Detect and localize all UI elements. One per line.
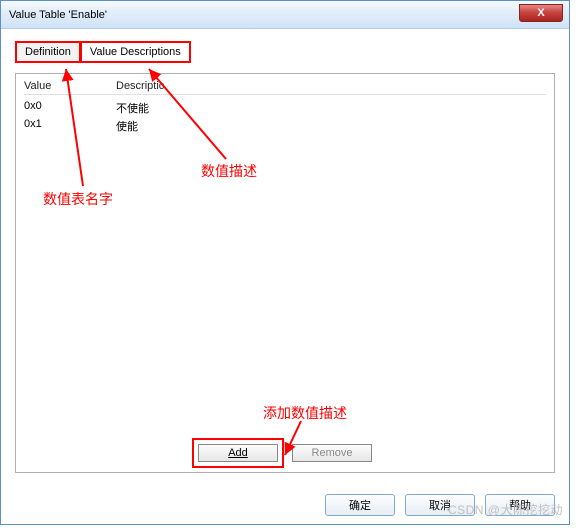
remove-button-label: Remove <box>312 447 353 459</box>
close-button[interactable]: X <box>519 4 563 22</box>
cell-desc: 使能 <box>116 118 138 134</box>
add-button-label: Add <box>228 447 248 459</box>
table-row[interactable]: 0x1 使能 <box>24 117 546 135</box>
column-header-value[interactable]: Value <box>24 80 116 92</box>
add-button[interactable]: Add <box>198 444 278 462</box>
cell-value: 0x1 <box>24 118 116 134</box>
window-title: Value Table 'Enable' <box>9 9 107 21</box>
close-icon: X <box>537 7 544 19</box>
content-panel: Value Descriptic 0x0 不使能 0x1 使能 Add Remo… <box>15 73 555 473</box>
dialog-window: Value Table 'Enable' X Definition Value … <box>0 0 570 525</box>
table-row[interactable]: 0x0 不使能 <box>24 99 546 117</box>
titlebar[interactable]: Value Table 'Enable' X <box>1 1 569 29</box>
column-header-description[interactable]: Descriptic <box>116 80 164 92</box>
cell-desc: 不使能 <box>116 100 149 116</box>
cell-value: 0x0 <box>24 100 116 116</box>
ok-button[interactable]: 确定 <box>325 494 395 516</box>
remove-button: Remove <box>292 444 372 462</box>
client-area: Definition Value Descriptions Value Desc… <box>1 29 569 524</box>
tab-definition[interactable]: Definition <box>15 41 81 63</box>
tab-row: Definition Value Descriptions <box>15 41 555 63</box>
tab-label: Value Descriptions <box>90 46 181 58</box>
tab-label: Definition <box>25 46 71 58</box>
table-header: Value Descriptic <box>24 80 546 95</box>
panel-button-row: Add Remove <box>16 444 554 462</box>
tab-value-descriptions[interactable]: Value Descriptions <box>80 41 191 63</box>
watermark: CSDN @大陈挖挖动 <box>448 501 563 518</box>
